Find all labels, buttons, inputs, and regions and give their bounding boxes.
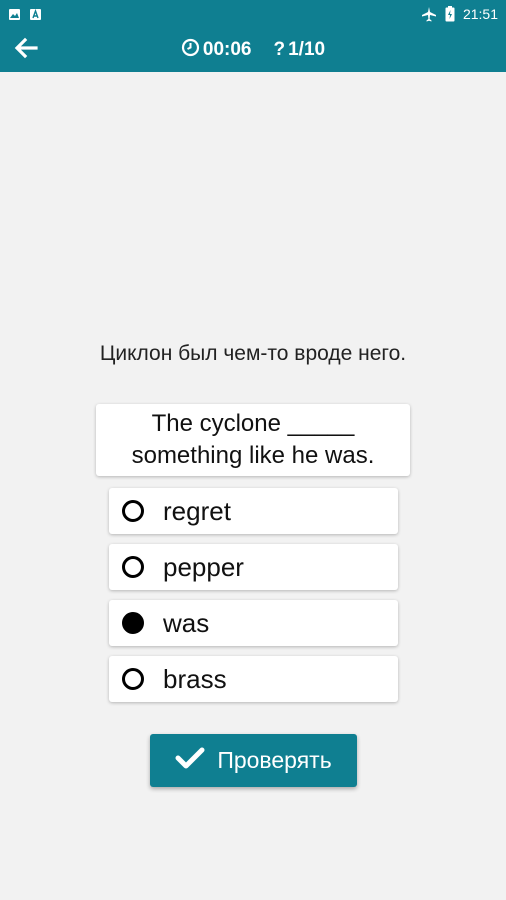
status-left xyxy=(8,8,42,21)
app-bar-center: 00:06 ? 1/10 xyxy=(0,28,506,72)
checkmark-icon xyxy=(175,745,205,777)
radio-button[interactable] xyxy=(122,668,144,690)
radio-button[interactable] xyxy=(122,556,144,578)
check-button[interactable]: Проверять xyxy=(150,734,357,787)
translation-prompt: Циклон был чем-то вроде него. xyxy=(99,342,407,365)
option-label: regret xyxy=(163,495,231,526)
status-bar: 21:51 xyxy=(0,0,506,28)
sentence-card: The cyclone _____ something like he was. xyxy=(96,404,410,476)
app-bar: 00:06 ? 1/10 xyxy=(0,28,506,72)
timer: 00:06 xyxy=(181,38,252,63)
question-progress: ? 1/10 xyxy=(274,39,326,61)
question-mark-icon: ? xyxy=(273,39,286,60)
radio-button[interactable] xyxy=(122,612,144,634)
notification-a-icon xyxy=(29,8,42,21)
radio-button[interactable] xyxy=(122,500,144,522)
progress-value: 1/10 xyxy=(288,39,326,60)
sentence-line-2: something like he was. xyxy=(131,442,375,469)
answer-options: regret pepper was brass xyxy=(109,488,398,712)
battery-icon xyxy=(445,6,455,22)
sentence-line-1: The cyclone _____ xyxy=(151,410,355,437)
option-pepper[interactable]: pepper xyxy=(109,544,398,590)
option-brass[interactable]: brass xyxy=(109,656,398,702)
option-label: was xyxy=(163,607,210,638)
clock-icon xyxy=(181,38,200,63)
option-label: pepper xyxy=(163,551,244,582)
status-right: 21:51 xyxy=(421,6,498,22)
option-label: brass xyxy=(163,663,227,694)
status-time: 21:51 xyxy=(462,6,498,22)
image-icon xyxy=(8,8,21,21)
timer-value: 00:06 xyxy=(202,39,252,60)
check-button-label: Проверять xyxy=(217,747,332,773)
option-was[interactable]: was xyxy=(109,600,398,646)
option-regret[interactable]: regret xyxy=(109,488,398,534)
airplane-icon xyxy=(421,6,437,22)
